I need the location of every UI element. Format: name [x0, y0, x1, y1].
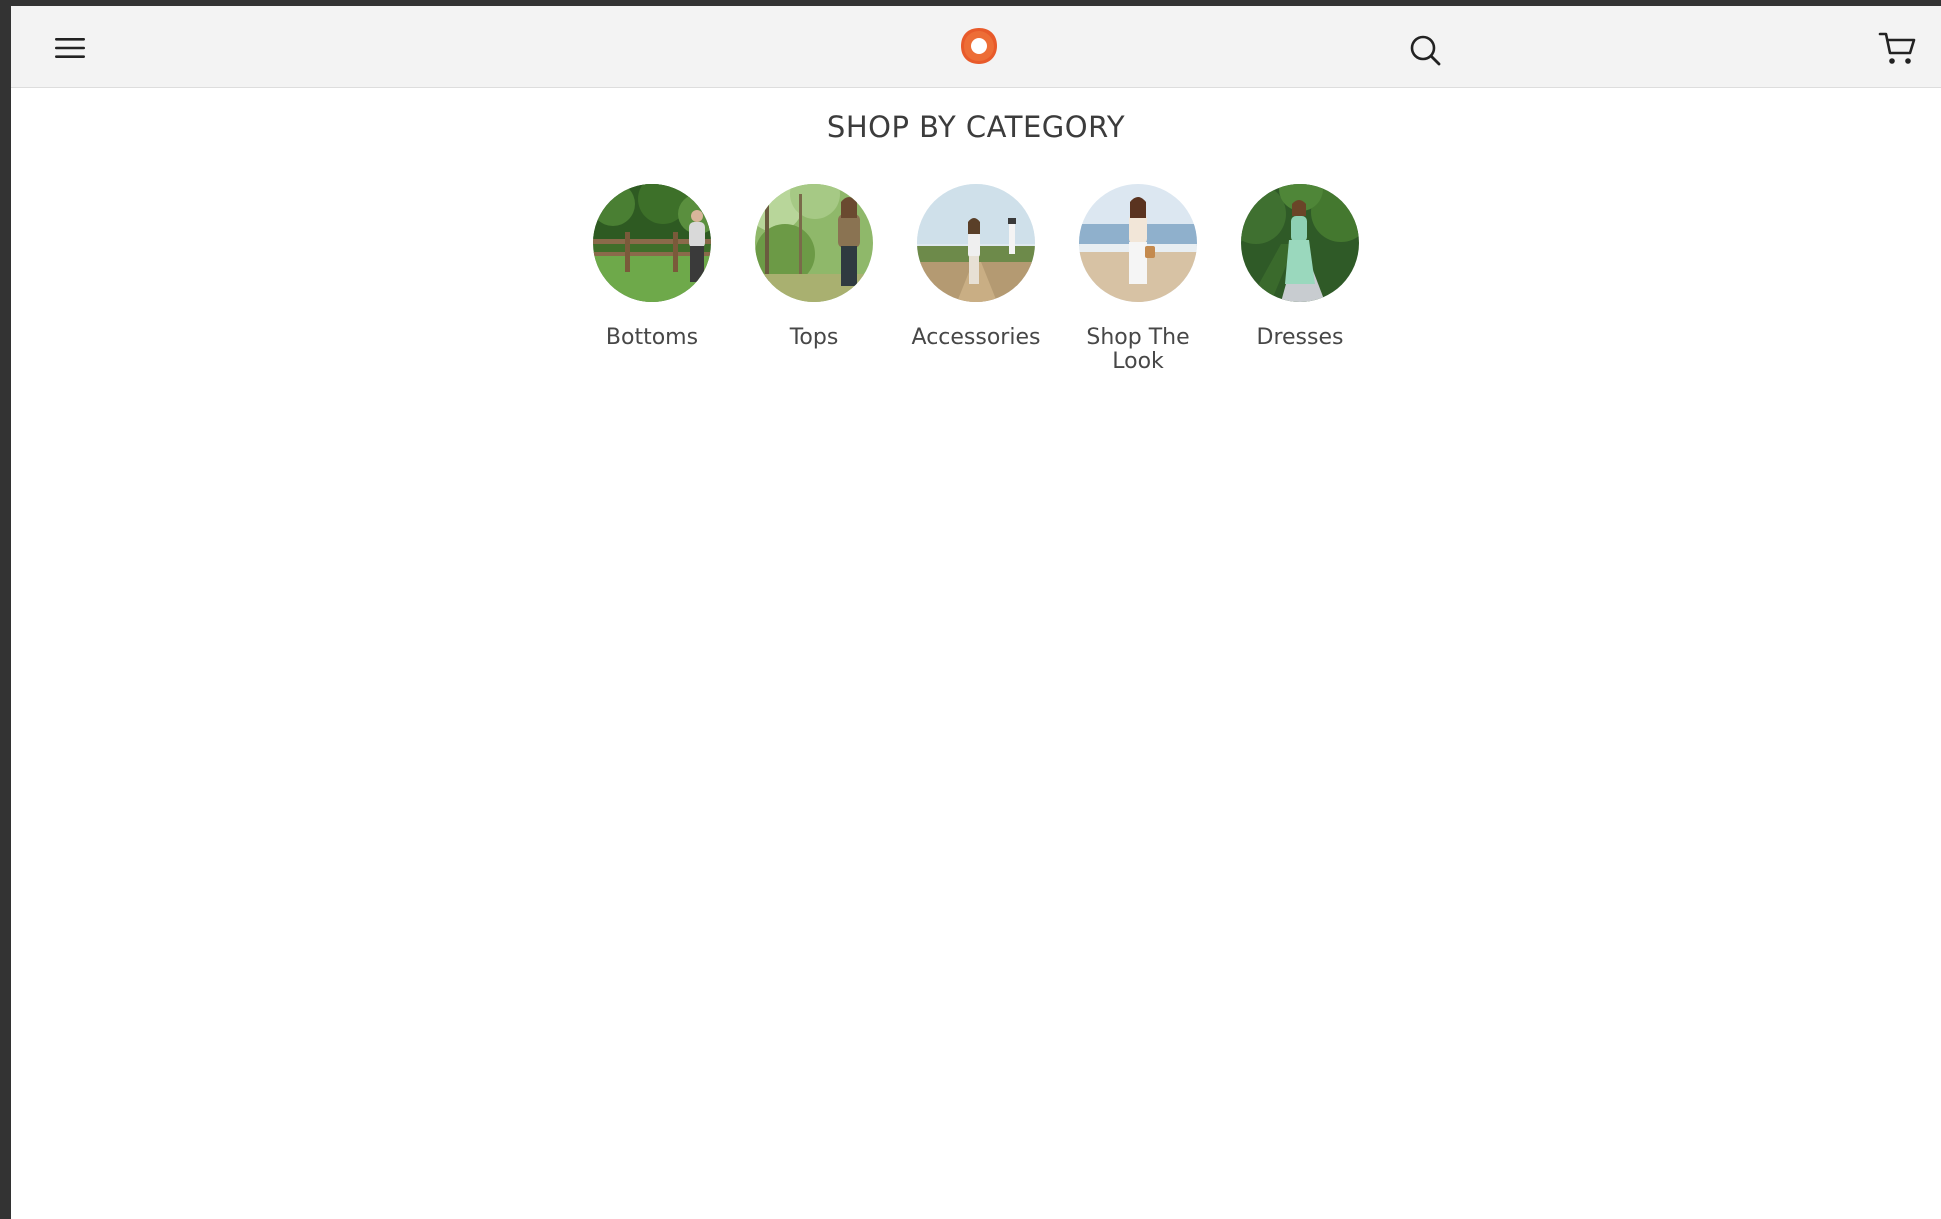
category-list: Bottoms Tops Accessories Shop The Look D… — [11, 184, 1941, 374]
brand-logo[interactable] — [958, 25, 1000, 67]
search-button[interactable] — [1403, 28, 1447, 72]
category-item-bottoms[interactable]: Bottoms — [571, 184, 733, 374]
category-image-bottoms — [593, 184, 711, 302]
category-item-tops[interactable]: Tops — [733, 184, 895, 374]
category-label: Dresses — [1256, 325, 1344, 350]
brand-logo-icon — [961, 28, 997, 64]
category-label: Tops — [789, 325, 839, 350]
browser-viewport: SHOP BY CATEGORY Bottoms Tops Accessorie… — [11, 6, 1941, 1219]
category-image-shop-the-look — [1079, 184, 1197, 302]
category-item-dresses[interactable]: Dresses — [1219, 184, 1381, 374]
site-header — [11, 6, 1941, 88]
search-icon — [1410, 35, 1441, 66]
cart-icon — [1878, 32, 1916, 64]
hamburger-menu-icon — [55, 38, 85, 58]
cart-button[interactable] — [1873, 26, 1921, 72]
category-image-accessories — [917, 184, 1035, 302]
section-title: SHOP BY CATEGORY — [826, 110, 1126, 144]
category-item-shop-the-look[interactable]: Shop The Look — [1057, 184, 1219, 374]
category-image-tops — [755, 184, 873, 302]
category-label: Shop The Look — [1086, 325, 1190, 374]
category-item-accessories[interactable]: Accessories — [895, 184, 1057, 374]
category-label: Accessories — [911, 325, 1041, 350]
category-label: Bottoms — [605, 325, 699, 350]
category-image-dresses — [1241, 184, 1359, 302]
menu-button[interactable] — [47, 30, 93, 66]
